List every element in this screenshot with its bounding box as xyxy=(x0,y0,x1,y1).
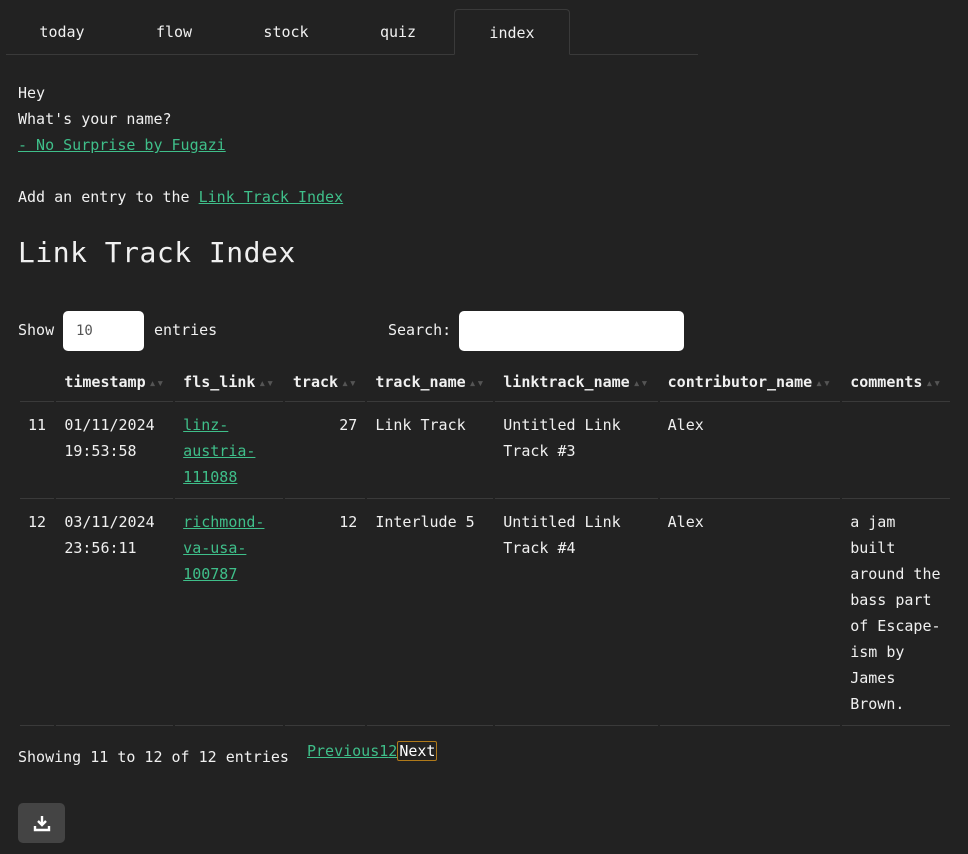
search-label: Search: xyxy=(388,321,452,339)
table-info: Showing 11 to 12 of 12 entries xyxy=(18,748,289,766)
timestamp-time: 19:53:58 xyxy=(64,442,137,460)
sort-icon: ▴▾ xyxy=(341,376,357,391)
link-track-table: timestamp ▴▾ fls_link ▴▾ track ▴▾ track_nam… xyxy=(18,363,952,726)
pagination: Previous12 Next xyxy=(307,741,438,761)
tab-bar: today flow stock quiz index xyxy=(6,9,698,55)
linktrack-name-cell: Untitled Link Track #4 xyxy=(495,499,658,726)
column-header-label: track xyxy=(292,373,339,391)
column-header-timestamp[interactable]: timestamp ▴▾ xyxy=(56,363,174,402)
add-entry-prefix: Add an entry to the xyxy=(18,188,199,206)
tab-flow[interactable]: flow xyxy=(118,9,230,54)
timestamp-time: 23:56:11 xyxy=(64,539,137,557)
track-cell: 12 xyxy=(284,499,366,726)
sort-icon: ▴▾ xyxy=(925,376,942,391)
previous-page-link[interactable]: Previous xyxy=(307,742,379,760)
fls-link-cell: richmond-va-usa- 100787 xyxy=(175,499,283,726)
timestamp-cell: 03/11/2024 23:56:11 xyxy=(56,499,174,726)
sort-icon: ▴▾ xyxy=(468,376,485,391)
page-2-link[interactable]: 2 xyxy=(388,742,397,760)
sort-icon: ▴▾ xyxy=(258,376,275,391)
song-link[interactable]: - No Surprise by Fugazi xyxy=(18,136,226,154)
column-header-contributor-name[interactable]: contributor_name ▴▾ xyxy=(659,363,841,402)
comments-cell xyxy=(842,402,950,499)
timestamp-cell: 01/11/2024 19:53:58 xyxy=(56,402,174,499)
column-header-label: contributor_name xyxy=(667,373,813,391)
tab-stock[interactable]: stock xyxy=(230,9,342,54)
column-header-label: fls_link xyxy=(183,373,256,391)
column-header-index xyxy=(20,363,55,402)
timestamp-date: 03/11/2024 xyxy=(64,513,155,531)
tab-today[interactable]: today xyxy=(6,9,118,54)
column-header-comments[interactable]: comments ▴▾ xyxy=(842,363,950,402)
add-entry-link[interactable]: Link Track Index xyxy=(199,188,344,206)
page-1-link[interactable]: 1 xyxy=(379,742,388,760)
fls-link[interactable]: linz-austria- 111088 xyxy=(183,412,275,490)
column-header-label: track_name xyxy=(375,373,466,391)
tab-quiz[interactable]: quiz xyxy=(342,9,454,54)
download-button[interactable] xyxy=(18,803,65,843)
fls-link-cell: linz-austria- 111088 xyxy=(175,402,283,499)
table-row: 12 03/11/2024 23:56:11 richmond-va-usa- 10… xyxy=(20,499,950,726)
sort-icon: ▴▾ xyxy=(815,376,831,391)
timestamp-date: 01/11/2024 xyxy=(64,416,155,434)
greeting-text: Hey xyxy=(18,84,46,102)
search-input[interactable] xyxy=(459,311,684,351)
linktrack-name-cell: Untitled Link Track #3 xyxy=(495,402,658,499)
row-id-cell: 12 xyxy=(20,499,55,726)
entries-label: entries xyxy=(154,321,218,339)
column-header-label: comments xyxy=(850,373,923,391)
page-title: Link Track Index xyxy=(18,236,296,269)
table-header-row: timestamp ▴▾ fls_link ▴▾ track ▴▾ track_nam… xyxy=(20,363,950,402)
table-row: 11 01/11/2024 19:53:58 linz-austria- 11108… xyxy=(20,402,950,499)
column-header-track[interactable]: track ▴▾ xyxy=(284,363,366,402)
contributor-name-cell: Alex xyxy=(659,499,841,726)
track-name-cell: Interlude 5 xyxy=(367,499,494,726)
column-header-label: linktrack_name xyxy=(503,373,630,391)
column-header-label: timestamp xyxy=(64,373,146,391)
sort-icon: ▴▾ xyxy=(148,376,165,391)
fls-link[interactable]: richmond-va-usa- 100787 xyxy=(183,509,275,587)
track-name-cell: Link Track xyxy=(367,402,494,499)
column-header-track-name[interactable]: track_name ▴▾ xyxy=(367,363,494,402)
add-entry-line: Add an entry to the Link Track Index xyxy=(18,188,343,206)
contributor-name-cell: Alex xyxy=(659,402,841,499)
row-id-cell: 11 xyxy=(20,402,55,499)
next-page-button[interactable]: Next xyxy=(397,741,438,761)
name-question: What's your name? xyxy=(18,110,172,128)
sort-icon: ▴▾ xyxy=(632,376,649,391)
column-header-fls-link[interactable]: fls_link ▴▾ xyxy=(175,363,283,402)
entries-select[interactable]: 10 xyxy=(63,311,144,351)
comments-cell: a jam built around the bass part of Escape… xyxy=(842,499,950,726)
download-icon xyxy=(33,816,50,832)
tab-index[interactable]: index xyxy=(454,9,570,55)
column-header-linktrack-name[interactable]: linktrack_name ▴▾ xyxy=(495,363,658,402)
show-label: Show xyxy=(18,321,55,339)
track-cell: 27 xyxy=(284,402,366,499)
